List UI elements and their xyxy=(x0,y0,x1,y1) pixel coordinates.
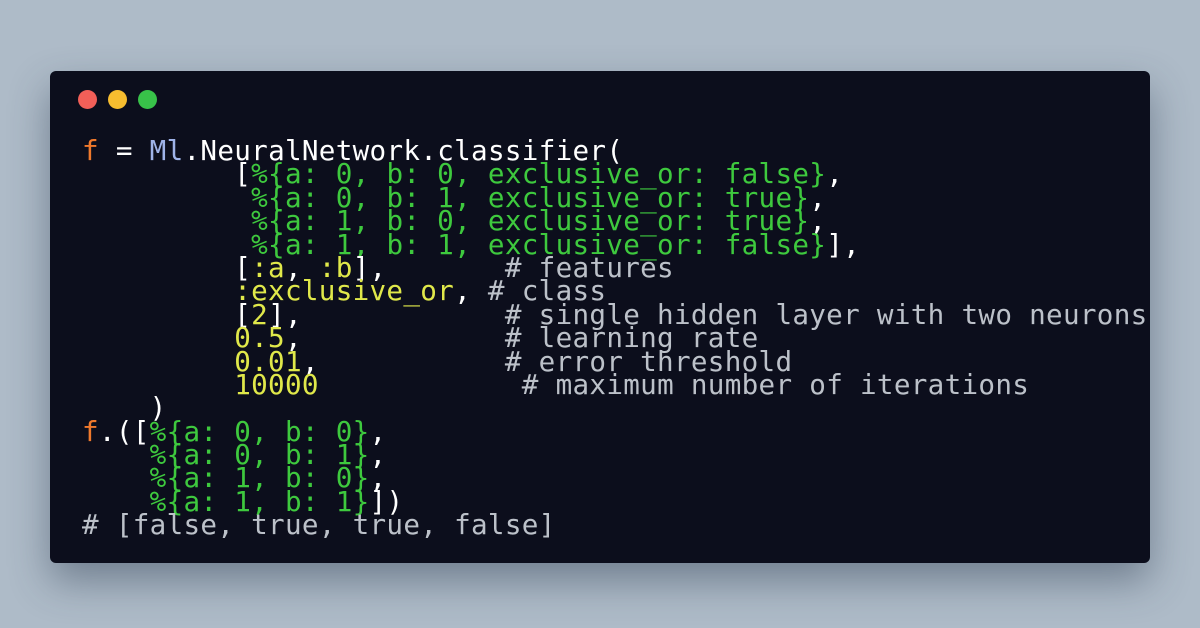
code-line: # [false, true, true, false] xyxy=(82,511,1148,539)
code-window: f = Ml.NeuralNetwork.classifier( [%{a: 0… xyxy=(50,71,1150,563)
zoom-button[interactable] xyxy=(138,90,157,109)
code-token-punct: ], xyxy=(826,227,861,261)
code-token-punct xyxy=(319,368,522,401)
minimize-button[interactable] xyxy=(108,90,127,109)
code-token-comment: # maximum number of iterations xyxy=(521,367,1030,401)
close-button[interactable] xyxy=(78,90,97,109)
code-token-comment: # [false, true, true, false] xyxy=(82,508,556,542)
code-block: f = Ml.NeuralNetwork.classifier( [%{a: 0… xyxy=(82,137,1148,539)
code-token-num: 10000 xyxy=(234,367,319,401)
window-controls xyxy=(78,90,157,109)
code-token-punct: , xyxy=(826,157,844,191)
code-line: 10000 # maximum number of iterations xyxy=(82,371,1148,399)
